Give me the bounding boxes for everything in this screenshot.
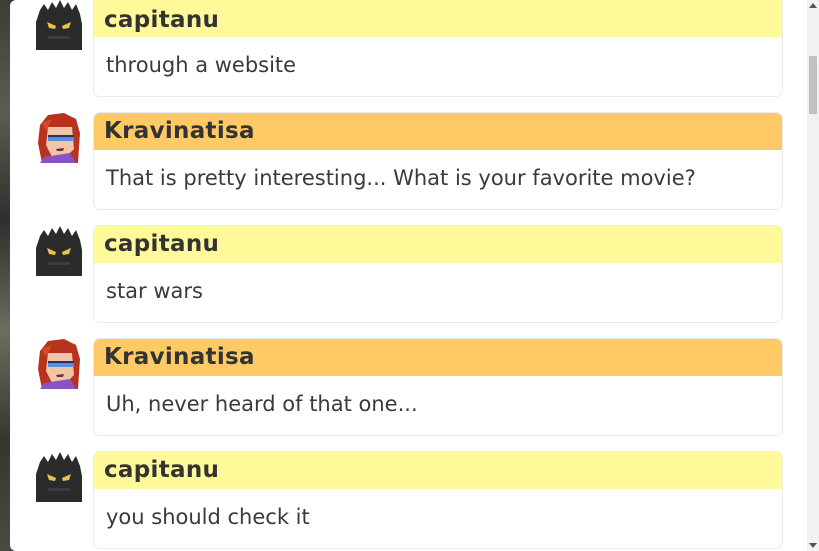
message-text: you should check it bbox=[106, 505, 310, 529]
red-hair-girl-avatar[interactable] bbox=[34, 113, 84, 163]
scroll-down-arrow-icon[interactable] bbox=[809, 543, 817, 548]
message-card: capitanu you should check it bbox=[93, 451, 783, 549]
message-text: That is pretty interesting... What is yo… bbox=[106, 166, 696, 190]
dark-creature-avatar[interactable] bbox=[34, 452, 84, 502]
author-name[interactable]: capitanu bbox=[94, 226, 782, 263]
message-text: star wars bbox=[106, 279, 203, 303]
dark-creature-avatar[interactable] bbox=[34, 0, 84, 50]
dark-creature-avatar[interactable] bbox=[34, 226, 84, 276]
message-card: capitanu star wars bbox=[93, 225, 783, 323]
author-name[interactable]: capitanu bbox=[94, 0, 782, 37]
message-card: Kravinatisa That is pretty interesting..… bbox=[93, 112, 783, 210]
vertical-scrollbar[interactable] bbox=[807, 0, 819, 551]
author-name[interactable]: capitanu bbox=[94, 452, 782, 489]
author-name[interactable]: Kravinatisa bbox=[94, 339, 782, 376]
message-text: through a website bbox=[106, 53, 297, 77]
message-card: capitanu through a website bbox=[93, 0, 783, 97]
red-hair-girl-avatar[interactable] bbox=[34, 339, 84, 389]
scroll-up-arrow-icon[interactable] bbox=[809, 3, 817, 8]
author-name[interactable]: Kravinatisa bbox=[94, 113, 782, 150]
message-text: Uh, never heard of that one... bbox=[106, 392, 418, 416]
scroll-thumb[interactable] bbox=[809, 56, 817, 114]
chat-window: capitanu through a website Kravinatisa T… bbox=[10, 0, 807, 551]
message-card: Kravinatisa Uh, never heard of that one.… bbox=[93, 338, 783, 436]
